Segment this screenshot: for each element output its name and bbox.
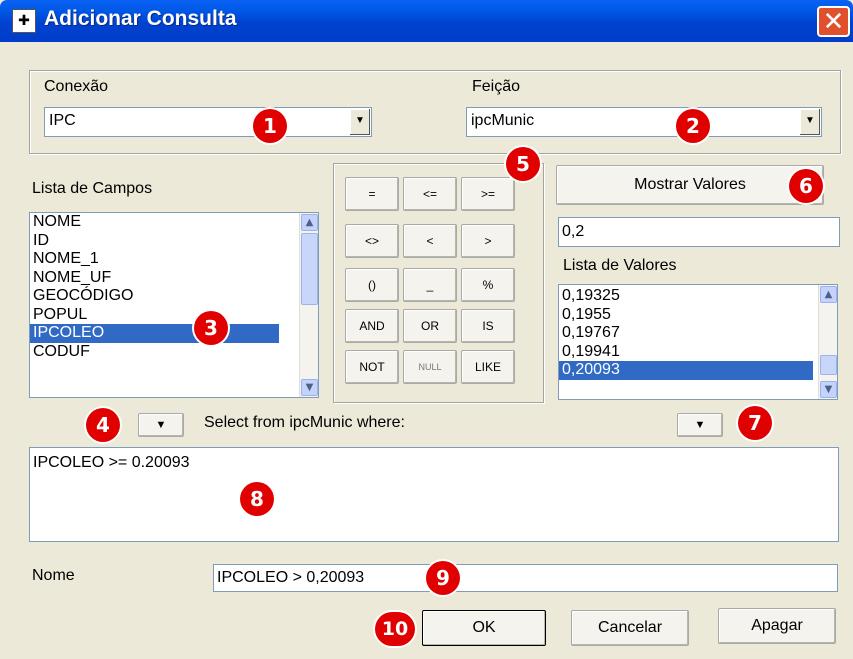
connection-value: IPC [49,112,76,129]
values-list[interactable]: 0,19325 0,1955 0,19767 0,19941 0,20093 ▲… [558,284,838,400]
close-icon: ✕ [822,7,845,37]
list-item[interactable]: 0,19325 [559,285,837,306]
operator-null-button[interactable]: NULL [403,350,457,384]
chevron-down-icon[interactable]: ▼ [799,109,820,135]
scroll-thumb[interactable] [820,355,837,375]
feature-label: Feição [472,78,521,95]
list-item[interactable]: ID [30,232,318,251]
callout-badge-10: 10 [375,612,415,646]
select-from-label: Select from ipcMunic where: [204,414,405,431]
list-item-selected[interactable]: 0,20093 [559,361,813,380]
connection-label: Conexão [44,78,109,95]
operator-like-button[interactable]: LIKE [461,350,515,384]
scroll-up-icon[interactable]: ▲ [820,286,837,303]
operator-or-button[interactable]: OR [403,309,457,343]
operator-percent-button[interactable]: % [461,268,515,302]
list-item[interactable]: GEOCÓDIGO [30,287,318,306]
chevron-down-icon: ▼ [155,419,167,431]
list-item-selected[interactable]: IPCOLEO [30,324,279,343]
operator-gt-button[interactable]: > [461,224,515,258]
operator-lt-button[interactable]: < [403,224,457,258]
scroll-thumb[interactable] [301,233,318,305]
callout-badge-5: 5 [506,147,540,181]
operator-is-button[interactable]: IS [461,309,515,343]
list-item[interactable]: CODUF [30,343,318,362]
fields-scrollbar[interactable]: ▲ ▼ [299,213,318,397]
callout-badge-8: 8 [240,482,274,516]
feature-value: ipcMunic [471,112,535,129]
connection-select[interactable]: IPC ▼ [44,107,372,137]
chevron-down-icon[interactable]: ▼ [349,109,370,135]
window-icon: ✚ [12,9,36,33]
list-item[interactable]: NOME_UF [30,269,318,288]
callout-badge-7: 7 [738,406,772,440]
operator-and-button[interactable]: AND [345,309,399,343]
ok-button[interactable]: OK [422,610,546,646]
scroll-up-icon[interactable]: ▲ [301,214,318,231]
scroll-down-icon[interactable]: ▼ [301,379,318,396]
list-item[interactable]: 0,19941 [559,343,837,362]
value-input[interactable]: 0,2 [558,217,840,247]
feature-select[interactable]: ipcMunic ▼ [466,107,822,137]
operator-not-button[interactable]: NOT [345,350,399,384]
callout-badge-6: 6 [789,169,823,203]
list-item[interactable]: NOME_1 [30,250,318,269]
fields-dropdown-button[interactable]: ▼ [138,413,184,437]
cancel-button[interactable]: Cancelar [571,610,689,646]
list-item[interactable]: 0,1955 [559,306,837,325]
scroll-down-icon[interactable]: ▼ [820,381,837,398]
clear-button[interactable]: Apagar [718,608,836,644]
callout-badge-1: 1 [253,109,287,143]
name-label: Nome [32,567,75,584]
fields-label: Lista de Campos [32,180,153,197]
values-scrollbar[interactable]: ▲ ▼ [818,285,837,399]
operator-lte-button[interactable]: <= [403,177,457,211]
callout-badge-9: 9 [426,561,460,595]
operator-underscore-button[interactable]: _ [403,268,457,302]
callout-badge-3: 3 [194,311,228,345]
callout-badge-2: 2 [676,109,710,143]
operator-parens-button[interactable]: () [345,268,399,302]
operator-ne-button[interactable]: <> [345,224,399,258]
values-label: Lista de Valores [563,257,677,274]
operator-gte-button[interactable]: >= [461,177,515,211]
name-input[interactable]: IPCOLEO > 0,20093 [213,564,838,592]
list-item[interactable]: NOME [30,213,318,232]
window-title: Adicionar Consulta [44,7,237,30]
show-values-button[interactable]: Mostrar Valores [556,165,824,205]
fields-list[interactable]: NOME ID NOME_1 NOME_UF GEOCÓDIGO POPUL I… [29,212,319,398]
operator-equals-button[interactable]: = [345,177,399,211]
callout-badge-4: 4 [86,408,120,442]
close-button[interactable]: ✕ [817,6,850,37]
list-item[interactable]: 0,19767 [559,324,837,343]
query-expression-textarea[interactable]: IPCOLEO >= 0.20093 [29,447,839,542]
list-item[interactable]: POPUL [30,306,318,325]
values-dropdown-button[interactable]: ▼ [677,413,723,437]
chevron-down-icon: ▼ [694,419,706,431]
